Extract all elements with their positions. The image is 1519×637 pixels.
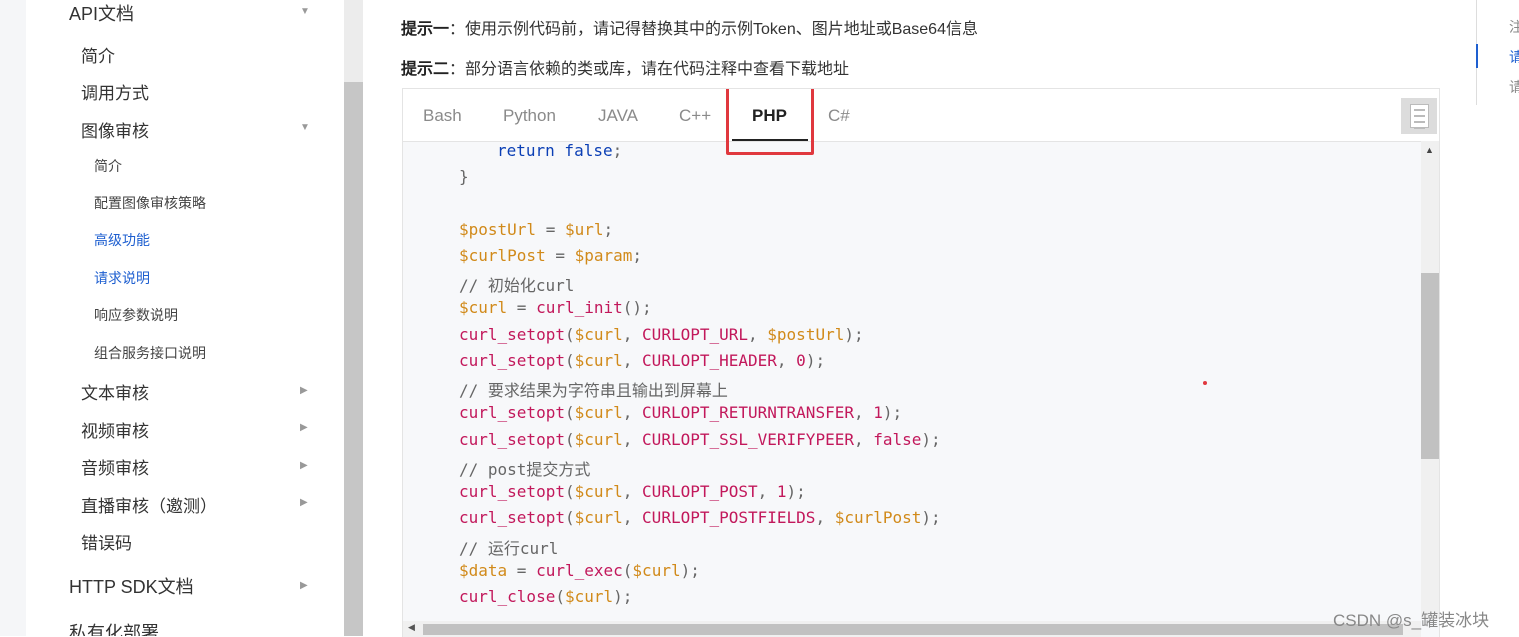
sidebar-item-response-params[interactable]: 响应参数说明 — [94, 305, 178, 325]
toc-active-marker — [1476, 44, 1478, 68]
chevron-right-icon[interactable]: ▶ — [300, 497, 308, 508]
code-vertical-scrollbar-thumb[interactable] — [1421, 273, 1439, 459]
code-line: $curl = curl_init(); — [459, 298, 652, 317]
sidebar-item-label: 调用方式 — [81, 84, 149, 103]
sidebar-item-label: 组合服务接口说明 — [94, 345, 206, 361]
sidebar-item-label: 请求说明 — [94, 270, 150, 286]
sidebar-item-label: 视频审核 — [81, 422, 149, 441]
sidebar-item-invocation[interactable]: 调用方式 — [81, 79, 149, 104]
watermark: CSDN @s_罐装冰块 — [1333, 611, 1490, 630]
sidebar-item-label: 文本审核 — [81, 384, 149, 403]
code-comment: // post提交方式 — [459, 460, 591, 479]
copy-button[interactable] — [1401, 98, 1437, 134]
sidebar-item-advanced[interactable]: 高级功能 — [94, 230, 150, 250]
toc-item-active[interactable]: 请 — [1509, 47, 1519, 67]
tip-label: 提示二 — [401, 61, 450, 78]
sidebar-item-request-desc[interactable]: 请求说明 — [94, 268, 150, 288]
code-line: curl_setopt($curl, CURLOPT_POST, 1); — [459, 482, 806, 501]
sidebar-item-api-docs[interactable]: API文档 — [69, 0, 134, 26]
sidebar-item-error-codes[interactable]: 错误码 — [81, 529, 132, 554]
chevron-right-icon[interactable]: ▶ — [300, 460, 308, 471]
scroll-up-icon[interactable]: ▲ — [1425, 145, 1434, 155]
code-line: return false; — [497, 141, 623, 160]
cursor-dot — [1203, 381, 1207, 385]
code-area: return false; } $postUrl = $url; $curlPo… — [403, 141, 1419, 621]
tab-csharp[interactable]: C# — [828, 106, 850, 126]
sidebar-item-label: 高级功能 — [94, 232, 150, 248]
code-comment: // 要求结果为字符串且输出到屏幕上 — [459, 381, 728, 400]
sidebar-item-audio-audit[interactable]: 音频审核 — [81, 454, 149, 479]
chevron-right-icon[interactable]: ▶ — [300, 385, 308, 396]
code-line: curl_setopt($curl, CURLOPT_HEADER, 0); — [459, 351, 826, 370]
sidebar-item-live-audit[interactable]: 直播审核（邀测） — [81, 492, 217, 517]
code-horizontal-scrollbar-thumb[interactable] — [423, 624, 1403, 635]
chevron-down-icon[interactable]: ▼ — [300, 6, 310, 17]
code-line: curl_setopt($curl, CURLOPT_URL, $postUrl… — [459, 325, 864, 344]
code-comment: // 运行curl — [459, 539, 559, 558]
scroll-left-icon[interactable]: ◀ — [408, 622, 415, 633]
sidebar-item-http-sdk[interactable]: HTTP SDK文档 — [69, 573, 194, 599]
code-sample-panel: Bash Python JAVA C++ PHP C# return false… — [402, 88, 1440, 637]
copy-icon — [1410, 104, 1429, 129]
tip-two: 提示二：部分语言依赖的类或库，请在代码注释中查看下载地址 — [401, 55, 849, 79]
sidebar-item-label: 图像审核 — [81, 122, 149, 141]
sidebar-item-label: 简介 — [94, 158, 122, 174]
code-line: curl_setopt($curl, CURLOPT_SSL_VERIFYPEE… — [459, 430, 941, 449]
sidebar-item-label: 音频审核 — [81, 459, 149, 478]
tab-python[interactable]: Python — [503, 106, 556, 126]
tab-java[interactable]: JAVA — [598, 106, 638, 126]
sidebar-item-text-audit[interactable]: 文本审核 — [81, 379, 149, 404]
sidebar-item-label: 简介 — [81, 47, 115, 66]
sidebar-item-video-audit[interactable]: 视频审核 — [81, 417, 149, 442]
tip-text: ：部分语言依赖的类或库，请在代码注释中查看下载地址 — [449, 61, 850, 78]
toc-item[interactable]: 请 — [1509, 77, 1519, 97]
sidebar-item-label: 配置图像审核策略 — [94, 195, 206, 211]
chevron-down-icon[interactable]: ▼ — [300, 122, 310, 133]
docs-sidebar: API文档 ▼ 简介 调用方式 图像审核 ▼ 简介 配置图像审核策略 高级功能 … — [26, 0, 344, 636]
tab-bash[interactable]: Bash — [423, 106, 462, 126]
code-line: curl_setopt($curl, CURLOPT_POSTFIELDS, $… — [459, 508, 941, 527]
toc-item[interactable]: 注 — [1509, 17, 1519, 37]
chevron-right-icon[interactable]: ▶ — [300, 422, 308, 433]
sidebar-scrollbar-thumb[interactable] — [344, 82, 363, 636]
sidebar-item-label: 错误码 — [81, 534, 132, 553]
language-tabs: Bash Python JAVA C++ PHP C# — [403, 89, 1439, 142]
code-line: curl_close($curl); — [459, 587, 633, 606]
sidebar-item-label: 私有化部署 — [69, 623, 159, 636]
sidebar-item-image-audit[interactable]: 图像审核 — [81, 117, 149, 142]
code-line: $curlPost = $param; — [459, 246, 643, 265]
sidebar-item-label: API文档 — [69, 4, 135, 24]
sidebar-item-intro[interactable]: 简介 — [81, 42, 115, 67]
sidebar-item-private-deploy[interactable]: 私有化部署 — [69, 619, 159, 636]
sidebar-item-label: 直播审核（邀测） — [81, 497, 217, 516]
chevron-right-icon[interactable]: ▶ — [300, 580, 308, 591]
code-line: } — [459, 167, 469, 186]
code-comment: // 初始化curl — [459, 276, 575, 295]
sidebar-item-label: 响应参数说明 — [94, 307, 178, 323]
code-line: $postUrl = $url; — [459, 220, 614, 239]
code-line: curl_setopt($curl, CURLOPT_RETURNTRANSFE… — [459, 403, 903, 422]
sidebar-item-image-policy[interactable]: 配置图像审核策略 — [94, 193, 206, 213]
sidebar-item-image-intro[interactable]: 简介 — [94, 156, 122, 176]
tip-one: 提示一：使用示例代码前，请记得替换其中的示例Token、图片地址或Base64信… — [401, 15, 978, 39]
tip-label: 提示一 — [401, 21, 450, 38]
tip-text: ：使用示例代码前，请记得替换其中的示例Token、图片地址或Base64信息 — [449, 21, 978, 38]
left-gutter — [0, 0, 26, 636]
code-line: $data = curl_exec($curl); — [459, 561, 700, 580]
sidebar-item-label: HTTP SDK文档 — [69, 577, 194, 597]
tab-cpp[interactable]: C++ — [679, 106, 711, 126]
sidebar-item-combined-service[interactable]: 组合服务接口说明 — [94, 343, 206, 363]
